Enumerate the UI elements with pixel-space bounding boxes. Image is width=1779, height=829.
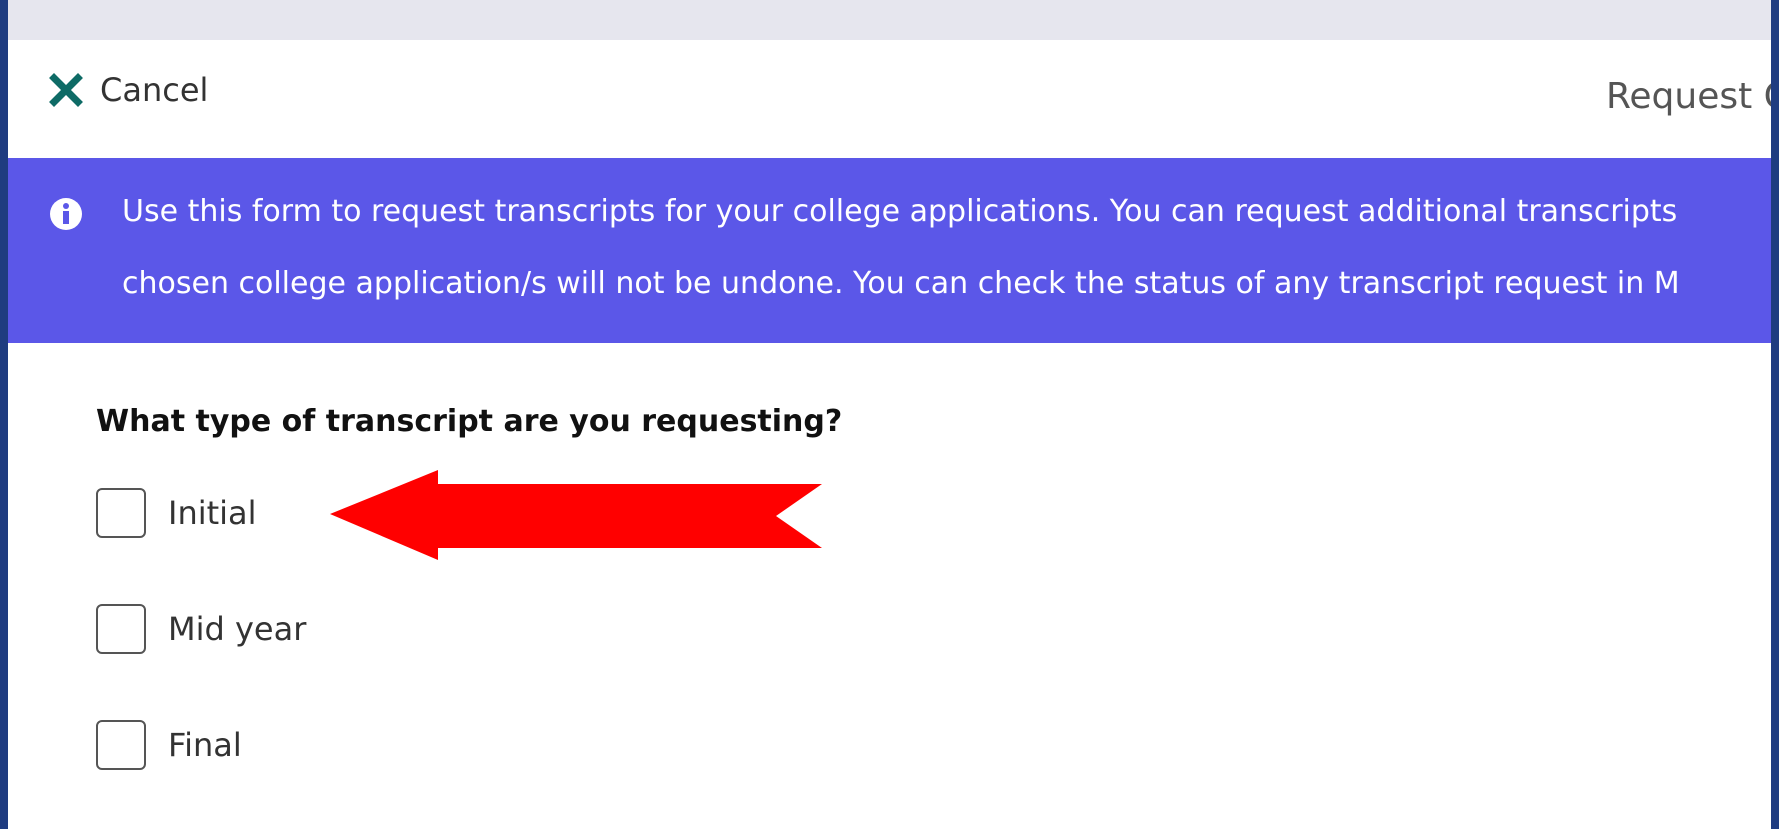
option-final[interactable]: Final: [96, 720, 242, 770]
banner-text-line-1: Use this form to request transcripts for…: [122, 194, 1678, 229]
annotation-arrow-icon: [330, 470, 822, 560]
checkbox-initial[interactable]: [96, 488, 146, 538]
app-window: Cancel Request C Use this form to reques…: [8, 0, 1771, 829]
option-initial[interactable]: Initial: [96, 488, 257, 538]
banner-text-line-2: chosen college application/s will not be…: [122, 266, 1680, 301]
transcript-type-question: What type of transcript are you requesti…: [96, 404, 843, 439]
close-icon: [46, 70, 86, 110]
cancel-label: Cancel: [100, 71, 209, 109]
option-mid-year[interactable]: Mid year: [96, 604, 306, 654]
option-final-label: Final: [168, 726, 242, 764]
info-banner: Use this form to request transcripts for…: [8, 158, 1771, 343]
option-mid-year-label: Mid year: [168, 610, 307, 648]
option-initial-label: Initial: [168, 494, 257, 532]
top-strip: [8, 0, 1771, 40]
info-icon: [46, 194, 86, 234]
cancel-button[interactable]: Cancel: [46, 70, 208, 110]
page-title: Request C: [1606, 76, 1771, 117]
header-bar: Cancel Request C: [8, 40, 1771, 158]
checkbox-mid-year[interactable]: [96, 604, 146, 654]
checkbox-final[interactable]: [96, 720, 146, 770]
